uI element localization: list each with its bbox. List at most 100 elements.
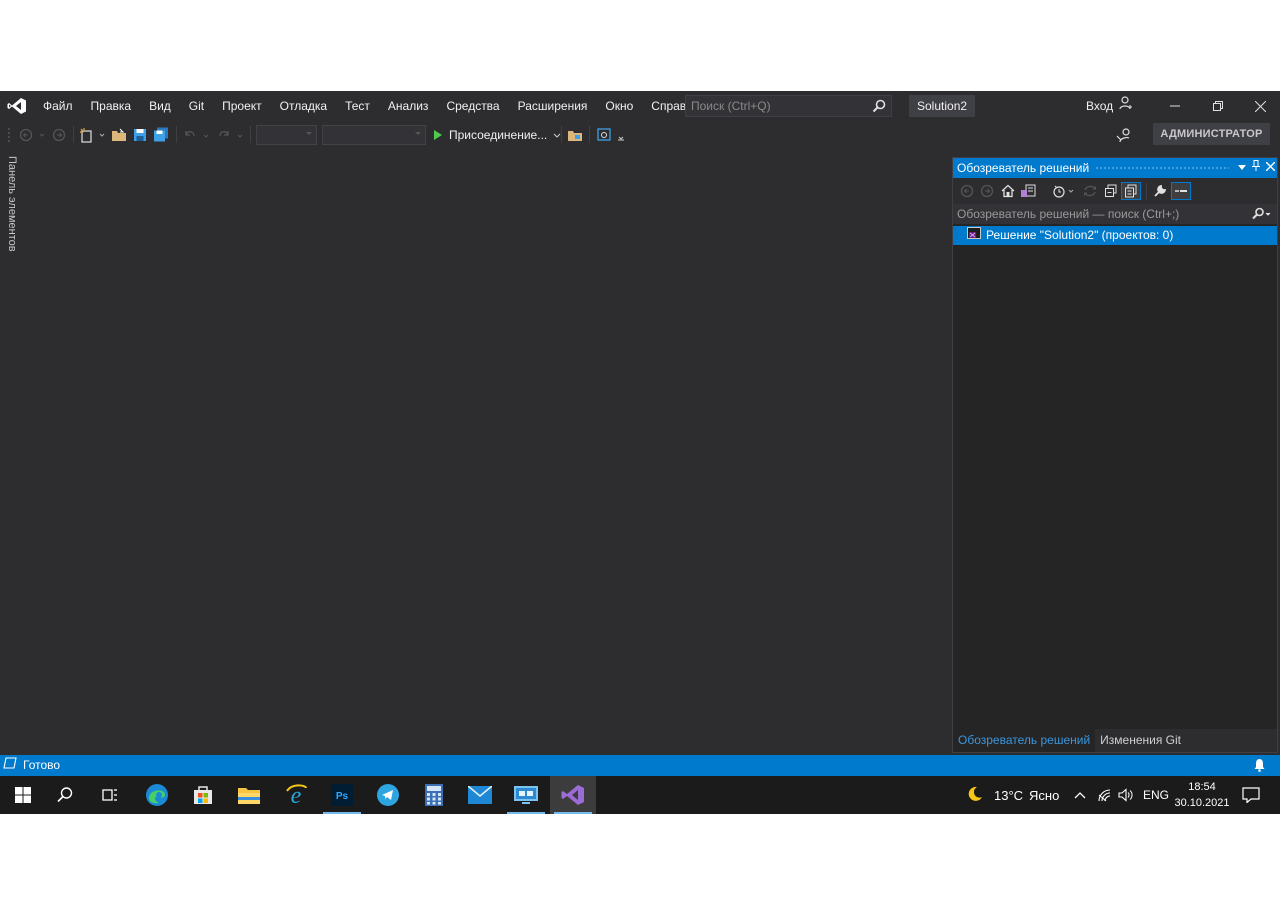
search-icon[interactable] (1251, 207, 1271, 227)
toolbar-separator (1146, 183, 1147, 200)
solution-explorer-title: Обозреватель решений (957, 161, 1090, 175)
internet-explorer-icon[interactable]: e (273, 776, 319, 814)
network-wifi-icon[interactable] (1097, 776, 1113, 814)
input-language[interactable]: ENG (1143, 776, 1169, 814)
minimize-button[interactable] (1155, 91, 1195, 121)
close-icon (1254, 100, 1266, 112)
menu-tools[interactable]: Средства (437, 91, 508, 121)
quick-search-input[interactable]: Поиск (Ctrl+Q) (685, 95, 892, 117)
menu-view[interactable]: Вид (140, 91, 180, 121)
live-share-icon[interactable] (1114, 125, 1134, 144)
editor-area (24, 148, 950, 755)
minimize-icon (1170, 105, 1180, 107)
calculator-icon[interactable] (411, 776, 457, 814)
menu-analyze[interactable]: Анализ (379, 91, 438, 121)
action-center-icon[interactable] (1242, 776, 1260, 814)
windows-start-icon[interactable] (0, 776, 46, 814)
menu-debug[interactable]: Отладка (271, 91, 336, 121)
menu-edit[interactable]: Правка (82, 91, 141, 121)
show-all-files-icon[interactable] (1121, 182, 1141, 200)
restore-icon (1213, 101, 1223, 111)
pin-icon[interactable] (1249, 158, 1263, 178)
quick-search-placeholder: Поиск (Ctrl+Q) (691, 99, 771, 113)
search-icon (872, 99, 886, 119)
save-all-icon[interactable] (151, 125, 171, 144)
navigate-back-icon[interactable] (18, 125, 48, 144)
svg-text:Ps: Ps (336, 791, 349, 802)
close-button[interactable] (1240, 91, 1280, 121)
collapse-all-icon[interactable] (1101, 182, 1121, 200)
open-folder-icon[interactable] (110, 125, 128, 144)
file-explorer-icon[interactable] (226, 776, 272, 814)
window-position-dropdown-icon[interactable] (1235, 158, 1249, 178)
solution-icon (967, 226, 981, 246)
windows-taskbar: e Ps 13°C Ясно ENG 18:54 30.10.2021 (0, 776, 1280, 814)
pending-changes-filter-icon[interactable] (1051, 182, 1077, 200)
save-icon[interactable] (131, 125, 149, 144)
toolbox-folder-icon[interactable] (565, 125, 585, 144)
titlebar-grip (1095, 165, 1229, 171)
menu-project[interactable]: Проект (213, 91, 271, 121)
redo-icon[interactable] (214, 125, 246, 144)
navigate-forward-icon[interactable] (50, 125, 68, 144)
status-window-icon (3, 755, 17, 776)
close-icon[interactable] (1263, 158, 1277, 178)
task-view-icon[interactable] (87, 776, 133, 814)
restore-button[interactable] (1198, 91, 1238, 121)
platform-dropdown[interactable] (322, 125, 426, 145)
solution-explorer-search-input[interactable]: Обозреватель решений — поиск (Ctrl+;) (953, 204, 1277, 224)
attach-label: Присоединение... (449, 128, 548, 142)
home-icon[interactable] (998, 182, 1018, 200)
taskbar-search-icon[interactable] (42, 776, 88, 814)
telegram-icon[interactable] (365, 776, 411, 814)
system-clock[interactable]: 18:54 30.10.2021 (1172, 779, 1232, 811)
tab-solution-explorer[interactable]: Обозреватель решений (953, 729, 1096, 752)
menu-extensions[interactable]: Расширения (509, 91, 597, 121)
menu-file[interactable]: Файл (34, 91, 82, 121)
toolbox-tab[interactable]: Панель элементов (0, 148, 24, 755)
solution-explorer-titlebar[interactable]: Обозреватель решений (953, 158, 1277, 178)
screenshot-icon[interactable] (593, 125, 627, 144)
menu-window[interactable]: Окно (596, 91, 642, 121)
login-button[interactable]: Вход (1086, 91, 1133, 121)
status-bar: Готово (0, 755, 1280, 776)
weather-condition: Ясно (1029, 787, 1060, 803)
show-hidden-icons-icon[interactable] (1074, 776, 1086, 814)
tree-item-solution[interactable]: Решение "Solution2" (проектов: 0) (953, 226, 1277, 245)
solution-name-badge: Solution2 (909, 95, 976, 117)
back-icon[interactable] (957, 182, 977, 200)
clock-date: 30.10.2021 (1174, 797, 1230, 809)
undo-icon[interactable] (180, 125, 212, 144)
switch-views-icon[interactable] (1018, 182, 1038, 200)
menu-bar: Файл Правка Вид Git Проект Отладка Тест … (0, 91, 1280, 121)
edge-browser-icon[interactable] (134, 776, 180, 814)
sync-icon[interactable] (1080, 182, 1100, 200)
toolbar-separator (561, 126, 562, 143)
microsoft-store-icon[interactable] (180, 776, 226, 814)
solution-explorer-tabs: Обозреватель решений Изменения Git (953, 729, 1277, 752)
administrator-badge: АДМИНИСТРАТОР (1153, 123, 1270, 145)
toolbox-tab-label: Панель элементов (6, 156, 18, 252)
new-project-icon[interactable] (78, 125, 108, 144)
chevron-down-icon (306, 132, 312, 135)
volume-speaker-icon[interactable] (1118, 776, 1134, 814)
configuration-dropdown[interactable] (256, 125, 317, 145)
photoshop-icon[interactable]: Ps (319, 776, 365, 814)
weather-widget[interactable]: 13°C Ясно (966, 776, 1059, 814)
visual-studio-taskbar-icon[interactable] (550, 776, 596, 814)
menu-git[interactable]: Git (180, 91, 213, 121)
mail-icon[interactable] (457, 776, 503, 814)
forward-icon[interactable] (977, 182, 997, 200)
properties-wrench-icon[interactable] (1150, 182, 1170, 200)
menu-test[interactable]: Тест (336, 91, 379, 121)
status-text: Готово (23, 758, 61, 772)
remote-desktop-icon[interactable] (503, 776, 549, 814)
login-label: Вход (1086, 99, 1114, 113)
standard-toolbar: Присоединение... (0, 121, 1280, 148)
toolbar-separator (176, 126, 177, 143)
preview-selected-items-icon[interactable] (1171, 182, 1191, 200)
moon-icon (966, 785, 984, 806)
weather-temperature: 13°C (994, 787, 1024, 803)
attach-button[interactable]: Присоединение... (433, 125, 561, 145)
tab-git-changes[interactable]: Изменения Git (1095, 729, 1186, 752)
